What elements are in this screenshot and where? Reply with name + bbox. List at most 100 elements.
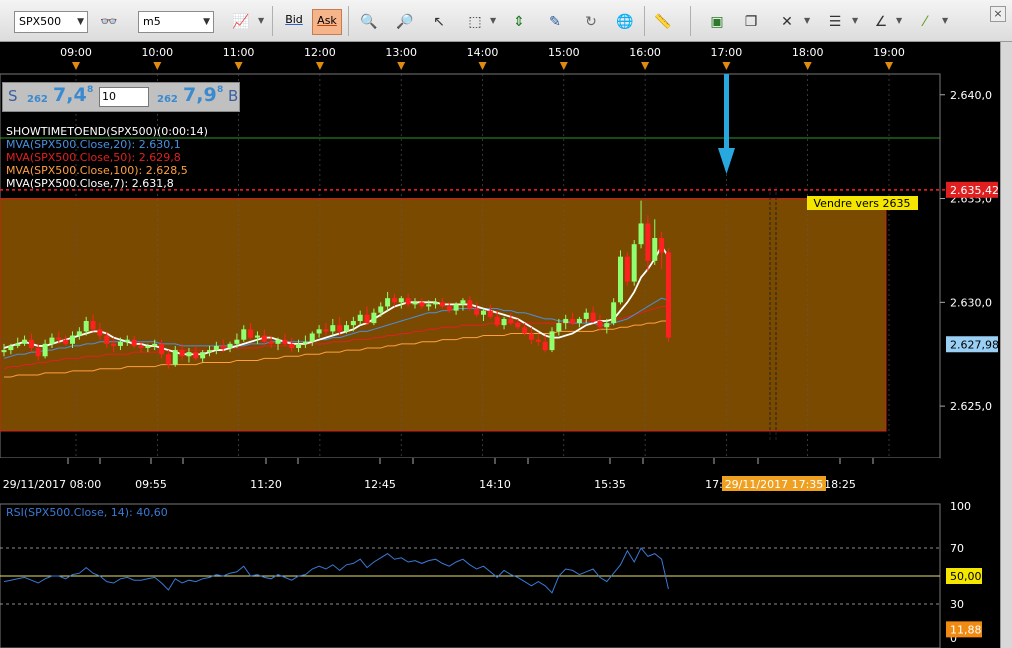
buy-price-small[interactable]: 262 [157, 94, 178, 105]
chevron-down-icon[interactable]: ▼ [804, 16, 810, 25]
edit-chart-icon[interactable]: ✎ [542, 9, 568, 35]
candle-body [90, 321, 96, 330]
separator [348, 6, 349, 36]
candle-body [528, 333, 534, 340]
candle-body [494, 316, 500, 326]
ask-label: Ask [317, 14, 337, 27]
candle-body [289, 343, 295, 348]
ask-button[interactable]: Ask [312, 9, 342, 35]
candle-body [344, 325, 349, 332]
candle-body [186, 352, 192, 357]
candle-body [213, 345, 219, 351]
quote-panel: S 262 7,4 8 10 262 7,9 8 B [2, 82, 240, 112]
sell-letter[interactable]: S [8, 87, 18, 105]
top-time-tick: 16:00 [629, 46, 661, 59]
chevron-down-icon: ▼ [77, 17, 84, 27]
top-time-tick: 15:00 [548, 46, 580, 59]
candle-body [42, 343, 48, 357]
buy-price-big[interactable]: 7,9 [183, 84, 217, 106]
zoom-out-icon[interactable]: 🔎 [392, 9, 418, 35]
separator [272, 6, 273, 36]
candle-body [419, 302, 425, 307]
bid-button[interactable]: Bid [280, 9, 308, 35]
quantity-input[interactable]: 10 [99, 87, 149, 107]
rsi-tick-label: 100 [950, 500, 971, 513]
sell-price-big[interactable]: 7,4 [53, 84, 87, 106]
candle-body [165, 354, 171, 365]
sell-zone-rect [0, 198, 887, 432]
annotation-text: Vendre vers 2635 [814, 197, 911, 210]
candle-body [460, 300, 466, 305]
chevron-down-icon[interactable]: ▼ [896, 16, 902, 25]
candle-body [453, 304, 459, 311]
bid-label: Bid [285, 13, 303, 26]
candle-body [152, 343, 158, 346]
candle-body [638, 223, 644, 245]
buy-letter[interactable]: B [228, 87, 238, 105]
close-icon[interactable]: × [990, 6, 1006, 22]
candle-body [378, 306, 384, 313]
trendline-icon[interactable]: ⁄ [912, 9, 938, 35]
candle-body [159, 343, 165, 355]
candle-body [330, 325, 336, 332]
candle-body [665, 252, 671, 338]
chart-type-icon[interactable]: 📈 [228, 9, 254, 35]
candle-body [172, 350, 178, 365]
chevron-down-icon[interactable]: ▼ [258, 16, 264, 25]
separator [644, 6, 645, 36]
chevron-down-icon[interactable]: ▼ [942, 16, 948, 25]
timeframe-value: m5 [143, 15, 161, 28]
candle-body [8, 345, 14, 351]
candle-body [49, 337, 55, 344]
candle-body [371, 312, 377, 324]
refresh-icon[interactable]: ↻ [578, 9, 604, 35]
sell-zone [0, 198, 887, 432]
indicator-label-mva100: MVA(SPX500.Close,100): 2.628,5 [6, 164, 188, 177]
candle-body [22, 339, 28, 344]
candle-body [501, 318, 507, 326]
sell-price-small[interactable]: 262 [27, 94, 48, 105]
chevron-down-icon: ▼ [203, 17, 210, 27]
globe-icon[interactable]: 🌐 [612, 9, 638, 35]
candle-body [474, 308, 480, 315]
symbol-select[interactable]: SPX500 ▼ [14, 11, 88, 33]
bottom-time-label: 14:10 [479, 478, 511, 491]
bottom-time-label: 12:45 [364, 478, 396, 491]
candle-body [350, 321, 356, 326]
tools-icon[interactable]: ✕ [774, 9, 800, 35]
zoom-in-icon[interactable]: 🔍 [356, 9, 382, 35]
bottom-time-label: 18:25 [824, 478, 856, 491]
chevron-down-icon[interactable]: ▼ [490, 16, 496, 25]
lines-icon[interactable]: ☰ [822, 9, 848, 35]
candle-body [35, 347, 41, 357]
window-icon[interactable]: ❐ [738, 9, 764, 35]
candle-body [535, 339, 541, 342]
candle-body [659, 237, 665, 253]
candle-body [652, 237, 658, 261]
candle-body [104, 335, 110, 344]
zoom-area-icon[interactable]: ⬚ [462, 9, 488, 35]
candle-body [433, 302, 439, 305]
candle-body [426, 304, 432, 307]
vertical-scrollbar[interactable] [1000, 42, 1012, 648]
candle-body [117, 341, 123, 346]
angle-icon[interactable]: ∠ [868, 9, 894, 35]
candle-body [145, 345, 151, 348]
glasses-icon[interactable]: 👓 [96, 9, 122, 35]
candle-body [398, 298, 404, 303]
candle-body [556, 323, 562, 332]
ruler-icon[interactable]: 📏 [650, 9, 676, 35]
sell-price-sup: 8 [87, 85, 94, 95]
candle-body [179, 350, 185, 357]
timeframe-select[interactable]: m5 ▼ [138, 11, 214, 33]
cursor-icon[interactable]: ↖ [426, 9, 452, 35]
chevron-down-icon[interactable]: ▼ [852, 16, 858, 25]
indicator-label-timer: SHOWTIMETOEND(SPX500)(0:00:14) [6, 125, 208, 138]
candle-body [193, 352, 199, 359]
candle-body [645, 223, 651, 261]
fit-vertical-icon[interactable]: ⇕ [506, 9, 532, 35]
indicator-label-mva50: MVA(SPX500.Close,50): 2.629,8 [6, 151, 181, 164]
candle-body [590, 312, 596, 322]
image-icon[interactable]: ▣ [704, 9, 730, 35]
quantity-value: 10 [102, 90, 116, 103]
